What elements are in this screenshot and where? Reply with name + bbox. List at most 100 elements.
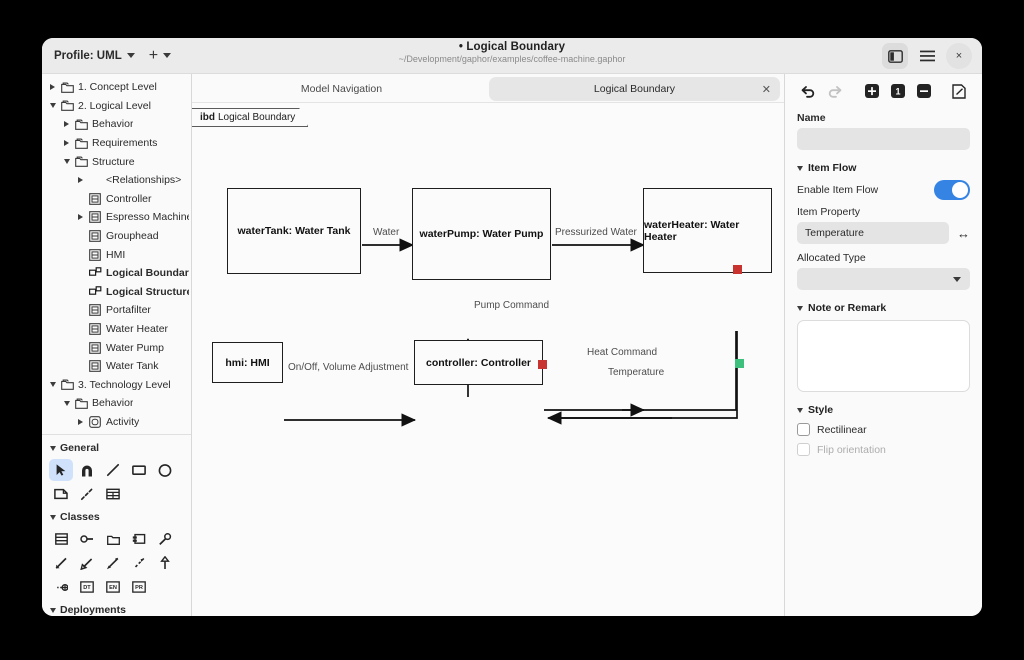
flow-label[interactable]: Pressurized Water [553, 227, 639, 238]
selected-handle-bend[interactable] [735, 359, 744, 368]
tab-model-navigation[interactable]: Model Navigation [196, 77, 487, 101]
chevron-right-icon[interactable] [46, 84, 59, 91]
diagram-node-waterPump[interactable]: waterPump: Water Pump [412, 188, 551, 280]
item-flow-section-header[interactable]: Item Flow [797, 162, 970, 174]
chevron-down-icon[interactable] [60, 159, 73, 165]
chevron-right-icon[interactable] [60, 140, 73, 147]
tree-item-behavior[interactable]: Behavior [42, 115, 191, 134]
tree-item-water-pump[interactable]: Water Pump [42, 338, 191, 357]
ellipse-tool[interactable] [153, 459, 177, 481]
tree-item-structure[interactable]: Structure [42, 152, 191, 171]
item-property-input[interactable]: Temperature [797, 222, 949, 244]
composition-tool[interactable] [127, 552, 151, 574]
close-window-button[interactable]: × [946, 43, 972, 69]
tab-close-icon[interactable]: ✕ [762, 83, 771, 96]
style-section-header[interactable]: Style [797, 404, 970, 416]
toolbox-section-classes[interactable]: Classes [42, 508, 191, 526]
tree-item-3-technology-level[interactable]: 3. Technology Level [42, 376, 191, 395]
block-icon [87, 193, 103, 205]
flow-label[interactable]: Temperature [606, 367, 667, 378]
tree-item-grouphead[interactable]: Grouphead [42, 227, 191, 246]
selected-handle-source[interactable] [733, 265, 742, 274]
model-tree[interactable]: 1. Concept Level 2. Logical Level Behavior… [42, 74, 191, 434]
association-tool[interactable] [153, 528, 177, 550]
generalization-tool[interactable] [153, 552, 177, 574]
rectilinear-checkbox-row[interactable]: Rectilinear [797, 423, 970, 436]
sidebar-toggle-button[interactable] [882, 43, 908, 69]
chevron-down-icon[interactable] [46, 103, 59, 109]
association-icon [159, 532, 172, 545]
tree-item-portafilter[interactable]: Portafilter [42, 301, 191, 320]
datatype-tool[interactable]: DT [75, 576, 99, 598]
add-element-button[interactable]: + [149, 47, 172, 63]
dependency-tool[interactable] [49, 552, 73, 574]
diagram-canvas[interactable]: waterTank: Water Tank waterPump: Water Pu… [192, 103, 784, 616]
selected-handle-target[interactable] [538, 360, 547, 369]
profile-dropdown[interactable]: Profile: UML [54, 50, 135, 62]
implementation-tool[interactable] [75, 552, 99, 574]
tree-item-relationships[interactable]: <Relationships> [42, 171, 191, 190]
tree-item-2-logical-level[interactable]: 2. Logical Level [42, 97, 191, 116]
toolbox-section-general[interactable]: General [42, 439, 191, 457]
tree-item-espresso-machine[interactable]: Espresso Machine [42, 208, 191, 227]
export-button[interactable] [948, 80, 970, 102]
tab-label: Logical Boundary [593, 83, 676, 95]
class-tool[interactable] [49, 528, 73, 550]
box-tool[interactable] [127, 459, 151, 481]
flow-label[interactable]: Heat Command [585, 347, 660, 358]
note-textarea[interactable] [797, 320, 970, 392]
magnet-tool[interactable] [75, 459, 99, 481]
flow-label[interactable]: On/Off, Volume Adjustment [286, 362, 411, 373]
comment-line-tool[interactable] [75, 483, 99, 505]
zoom-out-button[interactable] [913, 80, 935, 102]
tree-item-behavior[interactable]: Behavior [42, 394, 191, 413]
tree-item-logical-structure[interactable]: Logical Structure [42, 283, 191, 302]
flow-label[interactable]: Pump Command [472, 300, 552, 311]
tree-item-requirements[interactable]: Requirements [42, 134, 191, 153]
pointer-tool[interactable] [49, 459, 73, 481]
package-tool[interactable] [101, 528, 125, 550]
tree-item-activity[interactable]: Activity [42, 413, 191, 432]
chevron-right-icon[interactable] [74, 418, 87, 425]
comment-tool[interactable] [49, 483, 73, 505]
component-tool[interactable] [127, 528, 151, 550]
main-menu-button[interactable] [914, 43, 940, 69]
diagram-node-controller[interactable]: controller: Controller [414, 340, 543, 385]
name-input[interactable] [797, 128, 970, 150]
tree-item-hmi[interactable]: HMI [42, 245, 191, 264]
line-tool[interactable] [101, 459, 125, 481]
chevron-right-icon[interactable] [74, 177, 87, 184]
aggregation-tool[interactable] [101, 552, 125, 574]
tab-logical-boundary[interactable]: Logical Boundary ✕ [489, 77, 780, 101]
tree-item-controller[interactable]: Controller [42, 190, 191, 209]
element-toolbox[interactable]: General Classes DT EN PR Deployments [42, 434, 191, 616]
enable-item-flow-toggle[interactable] [934, 180, 970, 200]
primitive-tool[interactable]: PR [127, 576, 151, 598]
diagram-node-waterTank[interactable]: waterTank: Water Tank [227, 188, 361, 274]
note-title: Note or Remark [808, 302, 887, 314]
undo-button[interactable] [797, 80, 819, 102]
zoom-in-button[interactable] [861, 80, 883, 102]
flow-label[interactable]: Water [371, 227, 402, 238]
diagram-node-hmi[interactable]: hmi: HMI [212, 342, 283, 383]
containment-tool[interactable] [49, 576, 73, 598]
chevron-right-icon[interactable] [60, 121, 73, 128]
zoom-reset-button[interactable]: 1 [887, 80, 909, 102]
tree-item-water-tank[interactable]: Water Tank [42, 357, 191, 376]
chevron-down-icon[interactable] [60, 400, 73, 406]
tab-bar[interactable]: Model Navigation Logical Boundary ✕ [192, 74, 784, 102]
table-tool[interactable] [101, 483, 125, 505]
chevron-right-icon[interactable] [74, 214, 87, 221]
allocated-type-select[interactable] [797, 268, 970, 290]
chevron-down-icon[interactable] [46, 382, 59, 388]
note-section-header[interactable]: Note or Remark [797, 302, 970, 314]
interface-tool[interactable] [75, 528, 99, 550]
toolbox-section-deployments[interactable]: Deployments [42, 601, 191, 616]
redo-button[interactable] [823, 80, 845, 102]
tree-item-1-concept-level[interactable]: 1. Concept Level [42, 78, 191, 97]
tree-item-water-heater[interactable]: Water Heater [42, 320, 191, 339]
diagram-node-waterHeater[interactable]: waterHeater: Water Heater [643, 188, 772, 273]
enumeration-tool[interactable]: EN [101, 576, 125, 598]
tree-item-logical-boundary[interactable]: Logical Boundary [42, 264, 191, 283]
swap-direction-button[interactable]: ↔ [957, 226, 970, 241]
